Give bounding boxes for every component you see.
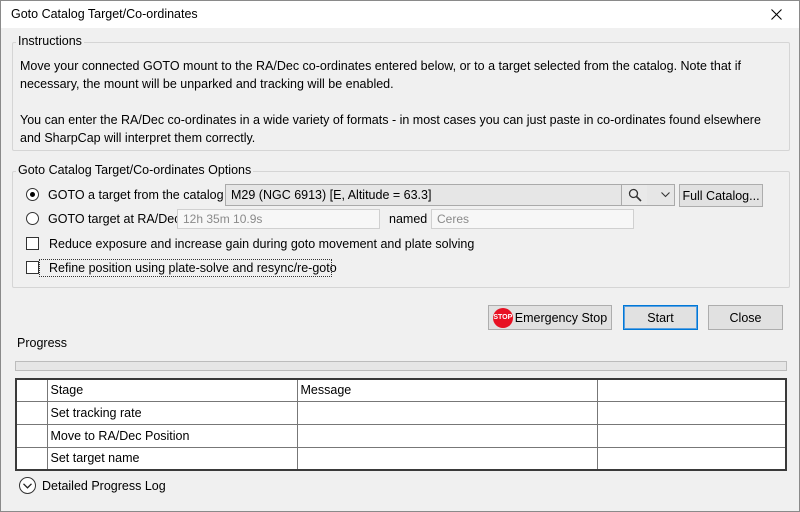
instructions-text: Move your connected GOTO mount to the RA… xyxy=(20,57,784,165)
refine-position-checkbox[interactable] xyxy=(26,261,39,274)
message-cell xyxy=(296,400,598,425)
window-title: Goto Catalog Target/Co-ordinates xyxy=(11,7,198,21)
progress-table: Stage Message Set tracking rate Move to … xyxy=(15,378,787,471)
combo-dropdown-arrow[interactable] xyxy=(659,190,671,200)
radec-radio[interactable] xyxy=(26,212,39,225)
search-icon xyxy=(628,188,642,202)
progress-table-header: Stage Message xyxy=(15,378,787,402)
start-button-label: Start xyxy=(647,310,674,325)
emergency-stop-button[interactable]: STOP Emergency Stop xyxy=(488,305,612,330)
table-row[interactable]: Move to RA/Dec Position xyxy=(15,423,787,448)
target-name-placeholder: Ceres xyxy=(437,212,470,226)
stage-cell: Move to RA/Dec Position xyxy=(46,423,298,448)
full-catalog-button-label: Full Catalog... xyxy=(682,188,760,203)
catalog-target-combo[interactable]: M29 (NGC 6913) [E, Altitude = 63.3] xyxy=(225,184,675,206)
full-catalog-button[interactable]: Full Catalog... xyxy=(679,184,763,207)
close-button-label: Close xyxy=(729,310,762,325)
options-legend: Goto Catalog Target/Co-ordinates Options xyxy=(16,163,254,177)
stage-cell: Set tracking rate xyxy=(46,400,298,425)
column-header-extra[interactable] xyxy=(596,378,787,402)
column-header-indicator[interactable] xyxy=(15,378,48,402)
instructions-group: Instructions Move your connected GOTO mo… xyxy=(12,34,790,151)
reduce-exposure-label[interactable]: Reduce exposure and increase gain during… xyxy=(49,237,474,251)
close-window-button[interactable] xyxy=(753,1,799,28)
chevron-down-icon xyxy=(660,192,670,198)
catalog-radio[interactable] xyxy=(26,188,39,201)
progress-legend: Progress xyxy=(15,336,70,350)
catalog-search-button[interactable] xyxy=(621,185,647,205)
stage-cell: Set target name xyxy=(46,446,298,471)
named-label: named xyxy=(389,212,428,226)
progress-bar xyxy=(15,361,787,371)
column-header-message[interactable]: Message xyxy=(296,378,598,402)
instructions-paragraph-2: You can enter the RA/Dec co-ordinates in… xyxy=(20,113,761,145)
instructions-paragraph-1: Move your connected GOTO mount to the RA… xyxy=(20,59,741,91)
reduce-exposure-checkbox[interactable] xyxy=(26,237,39,250)
refine-position-label[interactable]: Refine position using plate-solve and re… xyxy=(49,261,337,275)
detailed-log-label: Detailed Progress Log xyxy=(42,478,166,493)
expand-chevron-icon xyxy=(19,477,36,494)
target-name-input[interactable]: Ceres xyxy=(431,209,634,229)
extra-cell xyxy=(596,400,787,425)
row-indicator xyxy=(15,400,48,425)
stop-sign-icon: STOP xyxy=(492,307,513,328)
title-bar: Goto Catalog Target/Co-ordinates xyxy=(1,1,799,28)
row-indicator xyxy=(15,423,48,448)
catalog-radio-label[interactable]: GOTO a target from the catalog xyxy=(48,188,224,202)
message-cell xyxy=(296,446,598,471)
table-row[interactable]: Set tracking rate xyxy=(15,400,787,425)
column-header-stage[interactable]: Stage xyxy=(46,378,298,402)
catalog-target-value: M29 (NGC 6913) [E, Altitude = 63.3] xyxy=(231,188,432,202)
table-row[interactable]: Set target name xyxy=(15,446,787,471)
row-indicator xyxy=(15,446,48,471)
close-icon xyxy=(770,9,782,20)
extra-cell xyxy=(596,423,787,448)
close-button[interactable]: Close xyxy=(708,305,783,330)
radec-radio-label[interactable]: GOTO target at RA/Dec xyxy=(48,212,180,226)
stop-badge-text: STOP xyxy=(493,314,513,321)
emergency-stop-label: Emergency Stop xyxy=(514,310,608,325)
detailed-log-toggle[interactable]: Detailed Progress Log xyxy=(19,477,166,494)
radec-input-placeholder: 12h 35m 10.9s xyxy=(183,212,263,226)
start-button[interactable]: Start xyxy=(623,305,698,330)
radec-input[interactable]: 12h 35m 10.9s xyxy=(177,209,380,229)
message-cell xyxy=(296,423,598,448)
extra-cell xyxy=(596,446,787,471)
instructions-legend: Instructions xyxy=(16,34,84,48)
goto-dialog-window: Goto Catalog Target/Co-ordinates Instruc… xyxy=(0,0,800,512)
